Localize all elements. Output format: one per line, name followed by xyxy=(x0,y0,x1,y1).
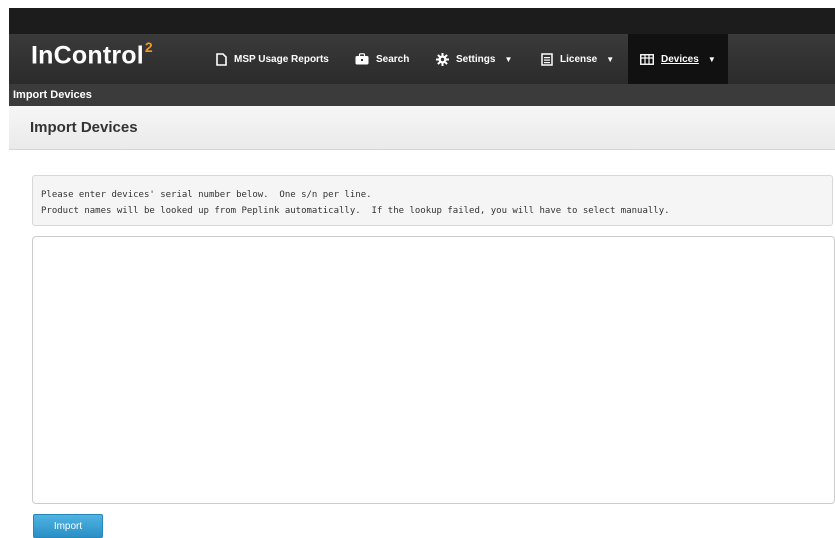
serial-numbers-input[interactable] xyxy=(32,236,835,504)
top-black-bar xyxy=(9,8,835,34)
main-navbar: InControl2 MSP Usage Reports Search Sett… xyxy=(9,34,835,84)
chevron-down-icon: ▼ xyxy=(606,54,615,64)
gear-icon xyxy=(436,52,449,66)
document-icon xyxy=(215,52,227,66)
app-logo[interactable]: InControl2 xyxy=(31,39,153,70)
chevron-down-icon: ▼ xyxy=(707,54,716,64)
nav-devices-label: Devices xyxy=(661,53,699,65)
nav-search[interactable]: Search xyxy=(355,34,409,84)
top-margin xyxy=(0,0,835,8)
breadcrumb-current: Import Devices xyxy=(13,89,92,101)
nav-devices[interactable]: Devices ▼ xyxy=(628,34,728,84)
nav-settings-label: Settings xyxy=(456,53,496,65)
list-document-icon xyxy=(541,52,553,66)
page-header: Import Devices xyxy=(9,106,835,150)
import-button[interactable]: Import xyxy=(33,514,103,538)
chevron-down-icon: ▼ xyxy=(504,54,513,64)
instructions-line-1: Please enter devices' serial number belo… xyxy=(41,190,372,200)
nav-msp-usage-reports[interactable]: MSP Usage Reports xyxy=(215,34,329,84)
instructions-box: Please enter devices' serial number belo… xyxy=(32,175,833,226)
instructions-line-2: Product names will be looked up from Pep… xyxy=(41,206,670,216)
grid-table-icon xyxy=(640,53,654,65)
page-title: Import Devices xyxy=(30,119,138,136)
nav-msp-usage-reports-label: MSP Usage Reports xyxy=(234,53,329,65)
nav-license-label: License xyxy=(560,53,598,65)
nav-license[interactable]: License ▼ xyxy=(541,34,614,84)
breadcrumb: Import Devices xyxy=(9,84,835,106)
logo-text: InControl xyxy=(31,41,144,70)
logo-superscript: 2 xyxy=(144,39,153,55)
nav-settings[interactable]: Settings ▼ xyxy=(436,34,512,84)
briefcase-icon xyxy=(355,53,369,65)
nav-search-label: Search xyxy=(376,53,410,65)
